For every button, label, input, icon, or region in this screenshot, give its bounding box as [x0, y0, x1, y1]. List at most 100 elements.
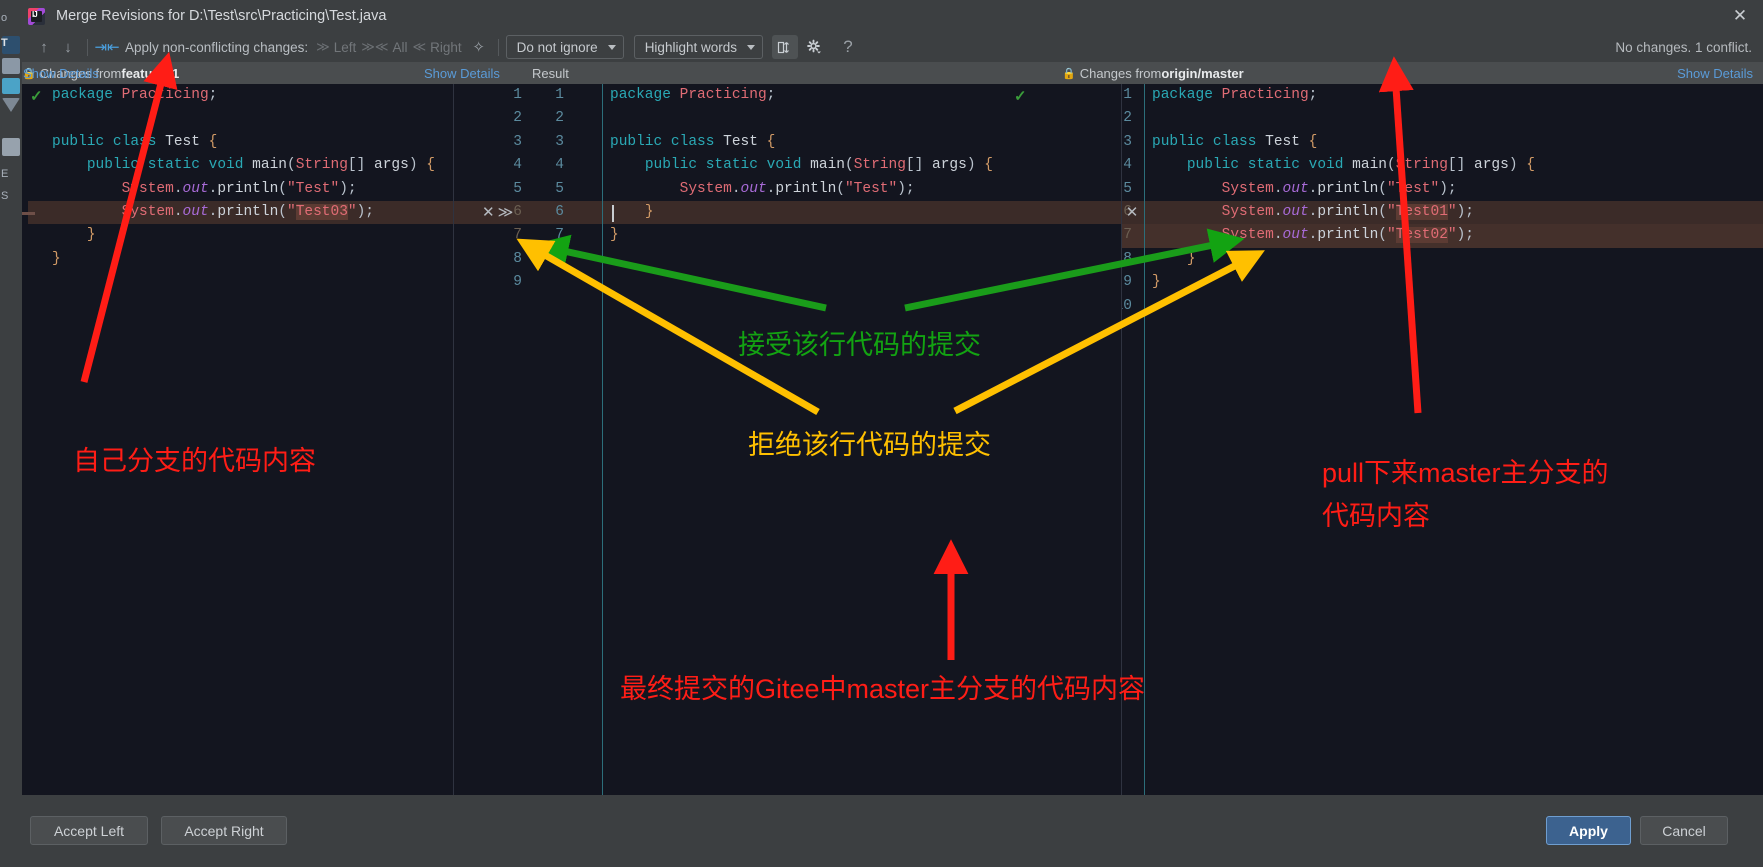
- help-icon[interactable]: ?: [836, 35, 860, 59]
- gear-icon[interactable]: [802, 35, 826, 59]
- code-line: package Practicing;: [610, 87, 776, 103]
- apply-all-label: All: [392, 39, 408, 55]
- ide-strip-chevron: [2, 98, 20, 112]
- center-result-pane[interactable]: ✓ 1 2 3 4 5 6 7 8 9 ✕ ≫ 1 2 3 4 5 6 7 pa…: [454, 84, 1122, 795]
- accept-right-button[interactable]: Accept Right: [161, 816, 287, 845]
- result-line-number: 7: [555, 227, 564, 244]
- toolbar: ↑ ↓ ⇥⇤ Apply non-conflicting changes: ≫ …: [22, 32, 1763, 62]
- code-line: public class Test {: [52, 133, 218, 150]
- window-title: Merge Revisions for D:\Test\src\Practici…: [56, 8, 387, 24]
- left-editor-pane[interactable]: ✓ package Practicing; public class Test …: [22, 84, 454, 795]
- gutter-line-number: 3: [513, 133, 522, 150]
- close-icon[interactable]: ✕: [1717, 0, 1763, 32]
- code-line: System.out.println("Test");: [679, 180, 915, 197]
- result-line-number: 6: [555, 204, 564, 220]
- apply-left-label: Left: [333, 39, 357, 55]
- toolbar-separator-2: [497, 38, 499, 56]
- center-accepted-check-icon: ✓: [1014, 88, 1027, 105]
- code-line: package Practicing;: [1152, 87, 1318, 103]
- code-line: public class Test {: [1152, 133, 1318, 150]
- gutter-line-number: 9: [513, 274, 522, 291]
- center-reject-change-button[interactable]: ✕ ≫: [482, 201, 513, 224]
- gutter-line-number: 9: [1123, 274, 1132, 291]
- cancel-button[interactable]: Cancel: [1640, 816, 1728, 845]
- lock-icon: 🔒: [1062, 67, 1076, 80]
- gutter-line-number: 5: [513, 180, 522, 197]
- apply-right-label: Right: [430, 39, 462, 55]
- ide-strip-icon-c: [2, 138, 20, 156]
- code-line: }: [610, 227, 619, 244]
- code-line: System.out.println("Test03");: [121, 204, 375, 220]
- apply-button[interactable]: Apply: [1546, 816, 1631, 845]
- result-line-number: 1: [555, 87, 564, 103]
- code-line: package Practicing;: [52, 87, 218, 103]
- ide-strip-icon-b: [2, 78, 20, 94]
- code-line: }: [644, 204, 654, 220]
- code-line: }: [86, 227, 96, 244]
- right-header-branch: origin/master: [1161, 65, 1244, 81]
- right-gutter-divider: [1144, 84, 1145, 795]
- code-line: System.out.println("Test");: [1221, 180, 1457, 197]
- chevron-left-icon: ≪: [412, 39, 427, 54]
- gutter-line-number: 7: [1123, 227, 1132, 244]
- right-editor-pane[interactable]: ✓ 1 2 3 4 5 6 7 8 9 10 ≪ ✕ package Pract…: [1122, 84, 1763, 795]
- left-header-branch: feature01: [121, 65, 180, 81]
- toolbar-separator-1: [87, 38, 88, 56]
- editor-area: ✓ package Practicing; public class Test …: [22, 84, 1763, 795]
- ide-strip-label-o: o: [1, 12, 8, 24]
- dialog-body: IJ Merge Revisions for D:\Test\src\Pract…: [22, 0, 1763, 867]
- left-change-marker: [22, 212, 35, 215]
- close-icon: ✕: [482, 204, 495, 222]
- code-line: public class Test {: [610, 133, 776, 150]
- apply-left-button[interactable]: ≫ Left: [316, 39, 356, 55]
- gutter-line-number: 4: [513, 157, 522, 174]
- gutter-line-number: 4: [1123, 157, 1132, 174]
- title-bar: IJ Merge Revisions for D:\Test\src\Pract…: [22, 0, 1763, 32]
- gutter-line-number: 7: [513, 227, 522, 244]
- chevron-down-icon: [607, 44, 616, 50]
- result-line-number: 2: [555, 110, 564, 127]
- ignore-policy-select[interactable]: Do not ignore: [505, 35, 624, 59]
- arrow-down-icon[interactable]: ↓: [56, 35, 80, 59]
- gutter-line-number: 1: [513, 87, 522, 103]
- result-line-number: 4: [555, 157, 564, 174]
- gutter-line-number: 10: [1122, 297, 1132, 314]
- close-icon: ✕: [1125, 204, 1139, 222]
- right-header-prefix: Changes from: [1079, 65, 1162, 81]
- code-line: public static void main(String[] args) {: [86, 157, 435, 174]
- gutter-line-number: 8: [1123, 250, 1132, 267]
- left-show-details-link[interactable]: Show Details: [424, 62, 500, 84]
- result-gutter-divider: [602, 84, 603, 795]
- result-line-number: 5: [555, 180, 564, 197]
- arrow-up-icon[interactable]: ↑: [32, 35, 56, 59]
- gutter-line-number: 5: [1123, 180, 1132, 197]
- magic-wand-icon[interactable]: ✧: [467, 35, 491, 59]
- gutter-line-number: 2: [513, 110, 522, 127]
- dialog-button-bar: Accept Left Accept Right Apply Cancel: [22, 795, 1763, 867]
- gutter-line-number: 8: [513, 250, 522, 267]
- right-accept-change-button[interactable]: ≪ ✕: [1122, 201, 1138, 224]
- apply-right-button[interactable]: ≪ Right: [413, 39, 462, 55]
- right-show-details-link[interactable]: Show Details: [1677, 62, 1753, 84]
- highlight-policy-value: Highlight words: [644, 39, 737, 55]
- split-layout-icon[interactable]: [771, 35, 798, 59]
- chevron-both-icon: ≫≪: [361, 39, 389, 54]
- apply-changes-icon[interactable]: ⇥⇤: [94, 35, 119, 59]
- code-line: }: [52, 250, 61, 267]
- right-pane-header: 🔒 Changes from origin/master: [1062, 62, 1244, 84]
- apply-all-button[interactable]: ≫≪ All: [361, 39, 407, 55]
- ide-strip-label-t: T: [1, 37, 8, 49]
- center-result-label: Result: [532, 65, 569, 81]
- code-line: }: [1152, 274, 1161, 291]
- gutter-line-number: 3: [1123, 133, 1132, 150]
- code-line: System.out.println("Test01");: [1221, 204, 1475, 220]
- intellij-idea-icon: IJ: [28, 7, 45, 25]
- highlight-policy-select[interactable]: Highlight words: [633, 35, 763, 59]
- gutter-line-number: 2: [1123, 110, 1132, 127]
- ignore-policy-value: Do not ignore: [516, 39, 598, 55]
- code-line: public static void main(String[] args) {: [644, 157, 993, 174]
- ide-strip-label-s: S: [1, 190, 9, 202]
- accept-left-button[interactable]: Accept Left: [30, 816, 148, 845]
- status-text: No changes. 1 conflict.: [1615, 39, 1752, 55]
- center-show-details-link[interactable]: Show Details: [23, 62, 99, 84]
